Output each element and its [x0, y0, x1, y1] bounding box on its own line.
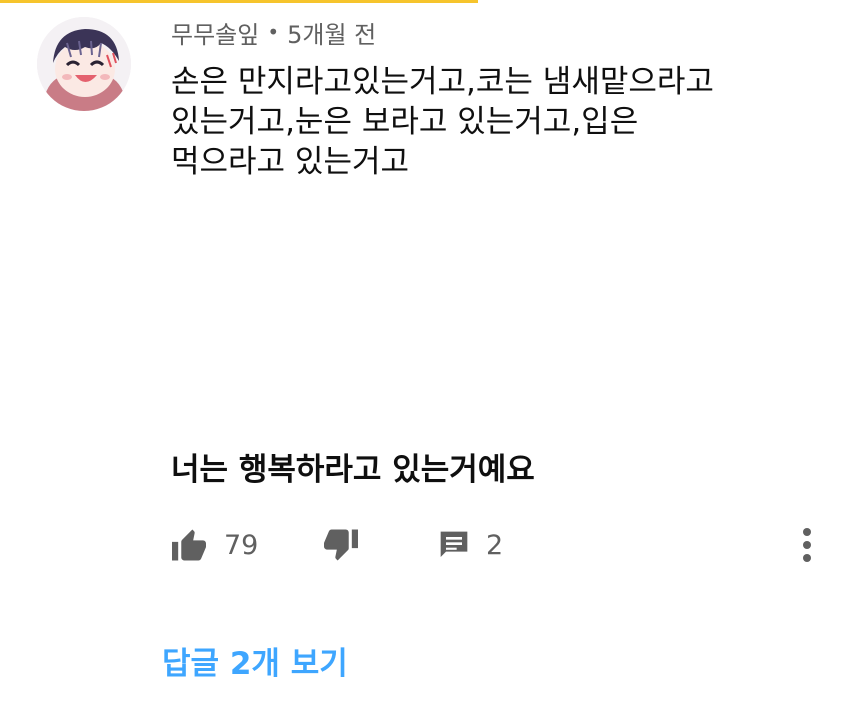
thumbs-down-icon — [324, 529, 358, 561]
reply-count: 2 — [486, 529, 504, 561]
comment-emphasis-line: 너는 행복하라고 있는거예요 — [171, 452, 535, 488]
top-accent-bar — [0, 0, 478, 3]
comment-line: 있는거고,눈은 보라고 있는거고,입은 — [171, 104, 639, 140]
meta-separator: • — [267, 20, 280, 44]
comment-line: 먹으라고 있는거고 — [171, 144, 410, 180]
comment-timestamp[interactable]: 5개월 전 — [287, 15, 376, 50]
view-replies-link[interactable]: 답글 2개 보기 — [162, 638, 348, 683]
comment-icon — [440, 531, 468, 557]
like-count: 79 — [224, 529, 259, 561]
author-name[interactable]: 무무솔잎 — [171, 15, 259, 50]
dislike-button[interactable] — [322, 520, 360, 570]
comment-action-bar: 79 2 — [0, 520, 850, 570]
more-vertical-icon — [803, 528, 811, 562]
comment-meta: 무무솔잎 • 5개월 전 — [171, 15, 376, 50]
avatar[interactable] — [37, 17, 131, 111]
comment-line: 손은 만지라고있는거고,코는 냄새맡으라고 — [171, 64, 714, 100]
comment-text: 손은 만지라고있는거고,코는 냄새맡으라고 있는거고,눈은 보라고 있는거고,입… — [171, 62, 811, 488]
reply-button[interactable]: 2 — [438, 520, 503, 570]
thumbs-up-icon — [172, 529, 206, 561]
more-options-button[interactable] — [797, 520, 817, 570]
avatar-image — [37, 17, 131, 111]
like-button[interactable]: 79 — [170, 520, 258, 570]
